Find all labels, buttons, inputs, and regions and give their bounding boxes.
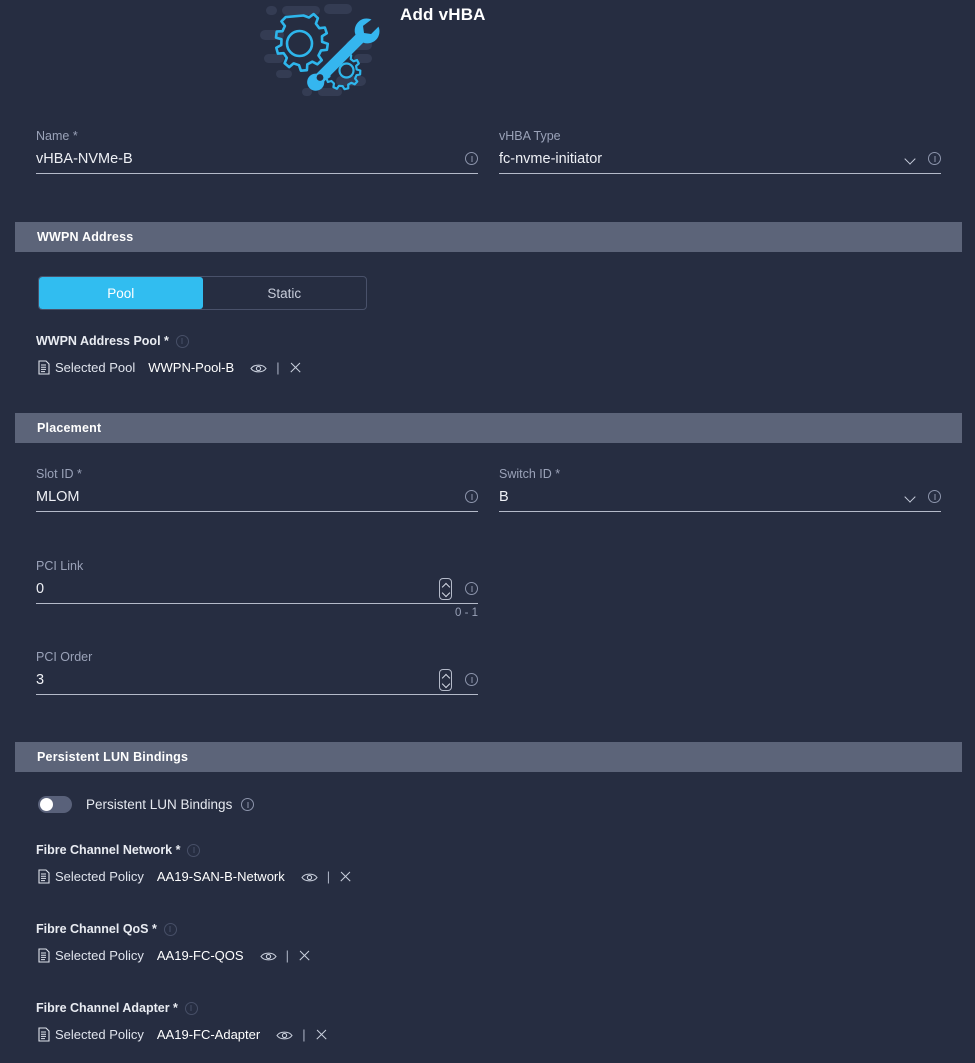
fibre-channel-qos-selection[interactable]: Selected Policy AA19-FC-QOS | xyxy=(38,948,311,963)
fibre-channel-adapter-label-text: Fibre Channel Adapter * xyxy=(36,1001,178,1015)
name-field[interactable]: Name * vHBA-NVMe-B xyxy=(36,128,478,174)
fibre-channel-qos-label-text: Fibre Channel QoS * xyxy=(36,922,157,936)
gear-wrench-illustration xyxy=(258,2,393,102)
selection-kind: Selected Policy xyxy=(55,948,144,963)
fibre-channel-network-selection[interactable]: Selected Policy AA19-SAN-B-Network | xyxy=(38,869,352,884)
section-header-persistent-lun-bindings: Persistent LUN Bindings xyxy=(15,742,962,772)
add-vhba-dialog: Add vHBA Name * vHBA-NVMe-B vHBA Type fc… xyxy=(0,0,975,1063)
wwpn-mode-static-button[interactable]: Static xyxy=(203,277,367,309)
fibre-channel-qos-label: Fibre Channel QoS * xyxy=(36,922,177,936)
info-icon[interactable] xyxy=(175,334,189,348)
pci-link-input[interactable]: 0 xyxy=(36,579,439,599)
info-icon[interactable] xyxy=(928,490,941,503)
slot-id-input[interactable]: MLOM xyxy=(36,487,465,507)
switch-id-field[interactable]: Switch ID * B xyxy=(499,466,941,512)
section-title: Placement xyxy=(37,421,102,435)
pci-link-field[interactable]: PCI Link 0 0 - 1 xyxy=(36,558,478,619)
remove-icon[interactable] xyxy=(298,949,311,962)
persistent-lun-bindings-toggle-row[interactable]: Persistent LUN Bindings xyxy=(38,796,255,813)
switch-id-label: Switch ID * xyxy=(499,467,561,481)
toggle-knob xyxy=(40,798,53,811)
section-header-wwpn-address: WWPN Address xyxy=(15,222,962,252)
section-title: Persistent LUN Bindings xyxy=(37,750,189,764)
vhba-type-select[interactable]: fc-nvme-initiator xyxy=(499,149,906,169)
chevron-down-icon[interactable] xyxy=(906,154,916,164)
selection-name: WWPN-Pool-B xyxy=(148,360,235,375)
wwpn-address-pool-label: WWPN Address Pool * xyxy=(36,334,189,348)
number-stepper-icon[interactable] xyxy=(439,668,452,691)
info-icon[interactable] xyxy=(928,152,941,165)
policy-document-icon xyxy=(38,1027,50,1042)
selection-name: AA19-SAN-B-Network xyxy=(156,869,285,884)
pci-order-field[interactable]: PCI Order 3 xyxy=(36,649,478,695)
fibre-channel-adapter-label: Fibre Channel Adapter * xyxy=(36,1001,198,1015)
separator: | xyxy=(285,948,289,963)
section-title: WWPN Address xyxy=(37,230,134,244)
policy-document-icon xyxy=(38,869,50,884)
wwpn-address-pool-selection[interactable]: Selected Pool WWPN-Pool-B | xyxy=(38,360,302,375)
separator: | xyxy=(302,1027,306,1042)
page-title: Add vHBA xyxy=(400,5,486,24)
chevron-down-icon[interactable] xyxy=(906,492,916,502)
separator: | xyxy=(326,869,331,884)
separator: | xyxy=(276,360,280,375)
switch-id-select[interactable]: B xyxy=(499,487,906,507)
remove-icon[interactable] xyxy=(289,361,302,374)
name-label: Name * xyxy=(36,129,78,143)
fibre-channel-adapter-selection[interactable]: Selected Policy AA19-FC-Adapter | xyxy=(38,1027,328,1042)
info-icon[interactable] xyxy=(163,922,177,936)
info-icon[interactable] xyxy=(241,798,255,811)
persistent-lun-bindings-toggle[interactable] xyxy=(38,796,72,813)
policy-document-icon xyxy=(38,360,50,375)
selection-kind: Selected Pool xyxy=(55,360,136,375)
fibre-channel-network-label-text: Fibre Channel Network * xyxy=(36,843,181,857)
info-icon[interactable] xyxy=(465,490,478,503)
slot-id-label: Slot ID * xyxy=(36,467,82,481)
persistent-lun-bindings-toggle-label: Persistent LUN Bindings xyxy=(86,797,233,812)
view-icon[interactable] xyxy=(276,1029,293,1040)
pci-link-range-hint: 0 - 1 xyxy=(454,607,478,619)
remove-icon[interactable] xyxy=(339,870,352,883)
policy-document-icon xyxy=(38,948,50,963)
info-icon[interactable] xyxy=(465,673,478,686)
dialog-header: Add vHBA xyxy=(0,0,975,110)
pci-link-label: PCI Link xyxy=(36,559,84,573)
view-icon[interactable] xyxy=(250,362,267,373)
info-icon[interactable] xyxy=(465,582,478,595)
wwpn-address-pool-label-text: WWPN Address Pool * xyxy=(36,334,169,348)
vhba-type-label: vHBA Type xyxy=(499,129,561,143)
wwpn-address-mode-toggle[interactable]: Pool Static xyxy=(38,276,367,310)
view-icon[interactable] xyxy=(301,871,318,882)
selection-name: AA19-FC-Adapter xyxy=(156,1027,261,1042)
number-stepper-icon[interactable] xyxy=(439,577,452,600)
selection-kind: Selected Policy xyxy=(55,1027,144,1042)
vhba-type-field[interactable]: vHBA Type fc-nvme-initiator xyxy=(499,128,941,174)
section-header-placement: Placement xyxy=(15,413,962,443)
pci-order-label: PCI Order xyxy=(36,650,93,664)
wwpn-mode-pool-button[interactable]: Pool xyxy=(39,277,203,309)
selection-kind: Selected Policy xyxy=(55,869,144,884)
fibre-channel-network-label: Fibre Channel Network * xyxy=(36,843,201,857)
slot-id-field[interactable]: Slot ID * MLOM xyxy=(36,466,478,512)
info-icon[interactable] xyxy=(187,843,201,857)
remove-icon[interactable] xyxy=(315,1028,328,1041)
view-icon[interactable] xyxy=(259,950,277,961)
info-icon[interactable] xyxy=(184,1001,198,1015)
info-icon[interactable] xyxy=(465,152,478,165)
name-input[interactable]: vHBA-NVMe-B xyxy=(36,149,465,169)
pci-order-input[interactable]: 3 xyxy=(36,670,439,690)
selection-name: AA19-FC-QOS xyxy=(156,948,244,963)
